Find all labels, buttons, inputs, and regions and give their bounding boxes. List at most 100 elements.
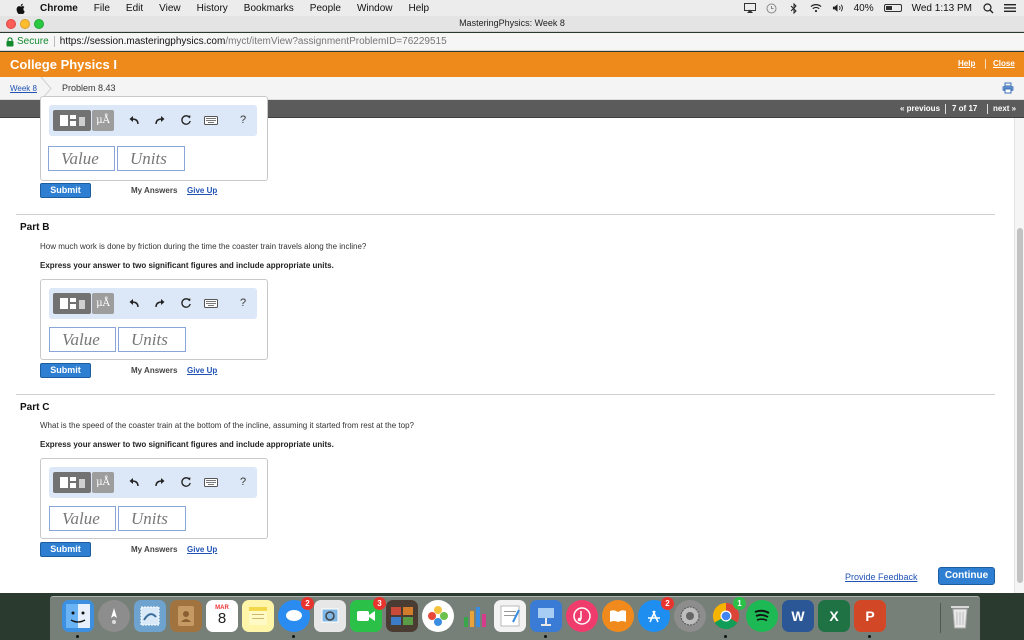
dock-separator <box>940 603 941 633</box>
keyboard-icon[interactable] <box>204 296 218 310</box>
clock[interactable]: Wed 1:13 PM <box>912 3 972 14</box>
photos-icon[interactable] <box>422 600 454 632</box>
time-machine-icon[interactable] <box>766 3 778 13</box>
keyboard-icon[interactable] <box>204 475 218 489</box>
value-field-part-b[interactable]: Value <box>49 327 116 352</box>
units-button[interactable]: μÅ <box>92 293 114 314</box>
system-preferences-icon[interactable] <box>674 600 706 632</box>
answer-box-part-c: μÅ ? Value Units <box>40 458 268 539</box>
launchpad-icon[interactable] <box>98 600 130 632</box>
url-path[interactable]: /myct/itemView?assignmentProblemID=76229… <box>225 36 446 47</box>
units-button[interactable]: μÅ <box>92 110 114 131</box>
chrome-icon[interactable]: 1 <box>710 597 746 632</box>
menu-file[interactable]: File <box>94 3 110 14</box>
my-answers-link-part-c[interactable]: My Answers <box>131 545 177 554</box>
lock-icon[interactable] <box>6 36 14 47</box>
window-title: MasteringPhysics: Week 8 <box>459 18 565 28</box>
menu-window[interactable]: Window <box>357 3 393 14</box>
numbers-icon[interactable] <box>458 600 490 632</box>
menu-bookmarks[interactable]: Bookmarks <box>244 3 294 14</box>
airplay-icon[interactable] <box>743 3 756 13</box>
keyboard-icon[interactable] <box>204 113 218 127</box>
redo-icon[interactable] <box>153 296 167 310</box>
templates-button[interactable] <box>53 472 91 493</box>
address-bar[interactable]: Secure https://session.masteringphysics.… <box>0 33 1024 51</box>
give-up-link-part-a[interactable]: Give Up <box>187 186 217 195</box>
contacts-icon[interactable] <box>170 600 202 632</box>
units-field-part-c[interactable]: Units <box>118 506 186 531</box>
itunes-icon[interactable] <box>566 600 598 632</box>
spotlight-search-icon[interactable] <box>982 2 994 13</box>
notification-center-icon[interactable] <box>1004 3 1016 13</box>
secure-label[interactable]: Secure <box>17 36 49 47</box>
page-scrollbar[interactable] <box>1014 118 1024 593</box>
menu-app-name[interactable]: Chrome <box>40 3 78 14</box>
menu-history[interactable]: History <box>197 3 228 14</box>
close-link[interactable]: Close <box>993 59 1015 68</box>
breadcrumb-week-link[interactable]: Week 8 <box>10 84 37 93</box>
menu-edit[interactable]: Edit <box>126 3 143 14</box>
next-link[interactable]: next » <box>993 104 1016 113</box>
help-button[interactable]: ? <box>236 296 250 310</box>
print-icon[interactable] <box>1002 82 1014 94</box>
give-up-link-part-b[interactable]: Give Up <box>187 366 217 375</box>
previous-link[interactable]: « previous <box>900 104 940 113</box>
menu-people[interactable]: People <box>310 3 341 14</box>
reset-icon[interactable] <box>179 296 193 310</box>
my-answers-link-part-b[interactable]: My Answers <box>131 366 177 375</box>
trash-icon[interactable] <box>944 600 976 632</box>
wifi-icon[interactable] <box>810 3 822 13</box>
submit-button-part-c[interactable]: Submit <box>40 542 91 557</box>
reset-icon[interactable] <box>179 475 193 489</box>
facetime-icon[interactable]: 3 <box>350 597 386 632</box>
excel-icon[interactable]: X <box>818 600 850 632</box>
provide-feedback-link[interactable]: Provide Feedback <box>845 572 918 582</box>
menu-view[interactable]: View <box>159 3 181 14</box>
preview-icon[interactable] <box>314 600 346 632</box>
ibooks-icon[interactable] <box>602 600 634 632</box>
help-button[interactable]: ? <box>236 475 250 489</box>
undo-icon[interactable] <box>127 296 141 310</box>
word-icon[interactable]: W <box>782 600 814 632</box>
volume-icon[interactable] <box>832 3 844 13</box>
notes-icon[interactable] <box>242 600 274 632</box>
undo-icon[interactable] <box>127 113 141 127</box>
reset-icon[interactable] <box>179 113 193 127</box>
course-header: College Physics I Help Close <box>0 52 1024 77</box>
templates-button[interactable] <box>53 110 91 131</box>
spotify-icon[interactable] <box>746 600 778 632</box>
units-field-part-a[interactable]: Units <box>117 146 185 171</box>
powerpoint-icon[interactable]: P <box>854 600 886 632</box>
undo-icon[interactable] <box>127 475 141 489</box>
templates-button[interactable] <box>53 293 91 314</box>
my-answers-link-part-a[interactable]: My Answers <box>131 186 177 195</box>
value-field-part-c[interactable]: Value <box>49 506 116 531</box>
url-host[interactable]: https://session.masteringphysics.com <box>60 36 226 47</box>
units-field-part-b[interactable]: Units <box>118 327 186 352</box>
finder-icon[interactable] <box>62 600 94 632</box>
mail-stamp-icon[interactable] <box>134 600 166 632</box>
value-field-part-a[interactable]: Value <box>48 146 115 171</box>
help-link[interactable]: Help <box>958 59 975 68</box>
help-button[interactable]: ? <box>236 113 250 127</box>
submit-button-part-a[interactable]: Submit <box>40 183 91 198</box>
battery-icon[interactable] <box>883 4 902 12</box>
app-store-icon[interactable]: 2 <box>638 597 674 632</box>
continue-button[interactable]: Continue <box>938 567 995 585</box>
redo-icon[interactable] <box>153 113 167 127</box>
keynote-icon[interactable] <box>530 600 562 632</box>
textedit-icon[interactable] <box>494 600 526 632</box>
give-up-link-part-c[interactable]: Give Up <box>187 545 217 554</box>
units-button[interactable]: μÅ <box>92 472 114 493</box>
menu-help[interactable]: Help <box>409 3 430 14</box>
battery-percent[interactable]: 40% <box>854 3 874 14</box>
submit-button-part-b[interactable]: Submit <box>40 363 91 378</box>
photo-booth-icon[interactable] <box>386 600 418 632</box>
messages-icon[interactable]: 2 <box>278 597 314 632</box>
calendar-icon[interactable]: MAR 8 <box>206 600 238 632</box>
redo-icon[interactable] <box>153 475 167 489</box>
bluetooth-icon[interactable] <box>788 2 800 14</box>
scrollbar-thumb[interactable] <box>1017 228 1023 583</box>
part-b-question: How much work is done by friction during… <box>40 242 367 251</box>
apple-menu-icon[interactable] <box>14 3 28 14</box>
